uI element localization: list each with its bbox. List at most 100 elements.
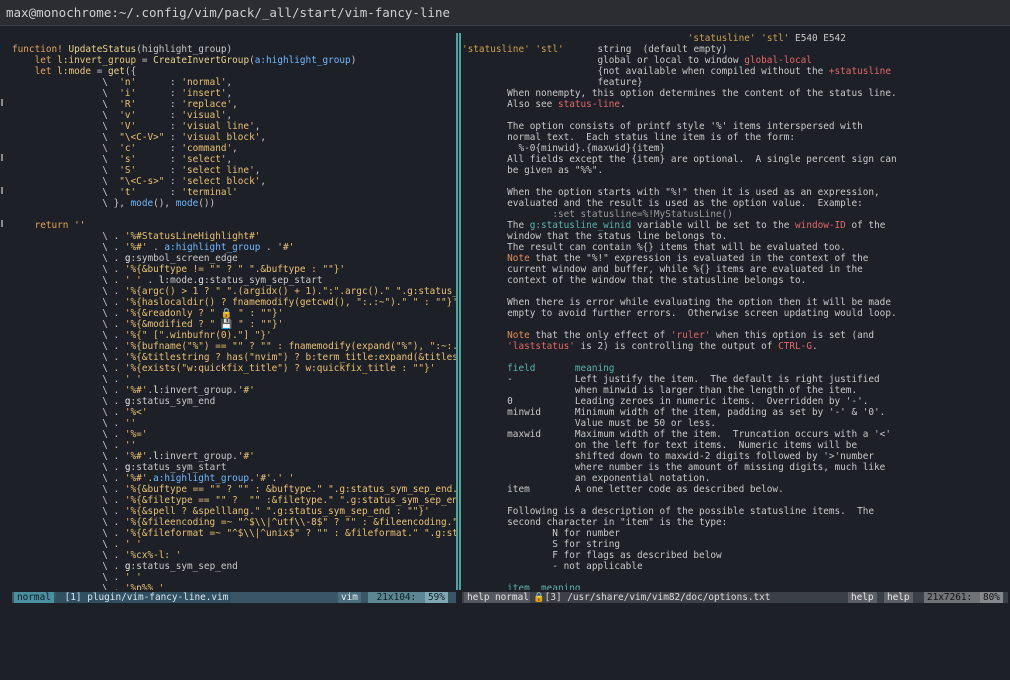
- left-code-line[interactable]: let l:mode = get({: [12, 66, 458, 77]
- right-code-line[interactable]: [462, 319, 1010, 330]
- right-code-line[interactable]: an exponential notation.: [462, 473, 1010, 484]
- left-code-line[interactable]: \ 's' : 'select',: [12, 154, 458, 165]
- left-code-line[interactable]: \ 'i' : 'insert',: [12, 88, 458, 99]
- right-code-line[interactable]: Note that the only effect of 'ruler' whe…: [462, 330, 1010, 341]
- right-code-line[interactable]: [462, 495, 1010, 506]
- right-code-line[interactable]: 'statusline' 'stl' string (default empty…: [462, 44, 1010, 55]
- left-code-line[interactable]: \ . g:status_sym_start: [12, 462, 458, 473]
- right-code-line[interactable]: The g:statusline_winid variable will be …: [462, 220, 1010, 231]
- left-code-line[interactable]: \ . '%{&buftype != "" ? " ".&buftype : "…: [12, 264, 458, 275]
- left-code-line[interactable]: \ . ' ': [12, 539, 458, 550]
- right-code-line[interactable]: item A one letter code as described belo…: [462, 484, 1010, 495]
- right-code-line[interactable]: current window and buffer, while %{} ite…: [462, 264, 1010, 275]
- left-code-line[interactable]: \ "\<C-s>" : 'select block',: [12, 176, 458, 187]
- right-code-line[interactable]: 'laststatus' is 2) is controlling the ou…: [462, 341, 1010, 352]
- right-code-line[interactable]: context of the window that the statuslin…: [462, 275, 1010, 286]
- left-code-line[interactable]: \ . '%cx%-l: ': [12, 550, 458, 561]
- left-code-line[interactable]: \ . '%{exists("w:quickfix_title") ? w:qu…: [12, 363, 458, 374]
- left-code-line[interactable]: \ . g:symbol_screen_edge: [12, 253, 458, 264]
- left-code-line[interactable]: \ . '%{&modified ? " 💾 " : ""}': [12, 319, 458, 330]
- right-code-line[interactable]: field meaning: [462, 363, 1010, 374]
- right-code-line[interactable]: [462, 176, 1010, 187]
- right-code-line[interactable]: shifted down to maxwid-2 digits followed…: [462, 451, 1010, 462]
- left-code-line[interactable]: \ 't' : 'terminal': [12, 187, 458, 198]
- right-code-line[interactable]: When there is error while evaluating the…: [462, 297, 1010, 308]
- right-code-line[interactable]: second character in "item" is the type:: [462, 517, 1010, 528]
- right-code-line[interactable]: When nonempty, this option determines th…: [462, 88, 1010, 99]
- command-line[interactable]: [0, 606, 1010, 620]
- left-code-line[interactable]: function! UpdateStatus(highlight_group): [12, 44, 458, 55]
- right-code-line[interactable]: {not available when compiled without the…: [462, 66, 1010, 77]
- right-code-line[interactable]: F for flags as described below: [462, 550, 1010, 561]
- left-code-line[interactable]: \ . '%{&fileformat =~ "^$\\|^unix$" ? ""…: [12, 528, 458, 539]
- left-code-line[interactable]: \ . '%#'.a:highlight_group.'#'.' ': [12, 473, 458, 484]
- vertical-split-separator[interactable]: [456, 33, 461, 590]
- left-code-line[interactable]: \ . '%{&readonly ? " 🔒 " : ""}': [12, 308, 458, 319]
- right-code-line[interactable]: Note that the "%!" expression is evaluat…: [462, 253, 1010, 264]
- right-code-line[interactable]: Value must be 50 or less.: [462, 418, 1010, 429]
- right-code-line[interactable]: on the left for text items. Numeric item…: [462, 440, 1010, 451]
- left-code-line[interactable]: \ . '%#StatusLineHighlight#': [12, 231, 458, 242]
- left-code-line[interactable]: \ 'n' : 'normal',: [12, 77, 458, 88]
- left-code-line[interactable]: \ . '%{&spell ? &spelllang." ".g:status_…: [12, 506, 458, 517]
- left-code-line[interactable]: \ "\<C-V>" : 'visual block',: [12, 132, 458, 143]
- right-code-line[interactable]: :set statusline=%!MyStatusLine(): [462, 209, 1010, 220]
- left-code-line[interactable]: \ . '%p%% ': [12, 583, 458, 590]
- right-code-line[interactable]: global or local to window global-local: [462, 55, 1010, 66]
- right-code-line[interactable]: minwid Minimum width of the item, paddin…: [462, 407, 1010, 418]
- left-code-line[interactable]: \ 'c' : 'command',: [12, 143, 458, 154]
- left-code-line[interactable]: \ . g:status_sym_end: [12, 396, 458, 407]
- right-code-line[interactable]: - not applicable: [462, 561, 1010, 572]
- right-code-line[interactable]: All fields except the {item} are optiona…: [462, 154, 1010, 165]
- left-code-line[interactable]: \ . '%#'.l:invert_group.'#': [12, 451, 458, 462]
- right-code-line[interactable]: normal text. Each status line item is of…: [462, 132, 1010, 143]
- left-code-line[interactable]: \ . '%{argc() > 1 ? " ".(argidx() + 1)."…: [12, 286, 458, 297]
- right-code-line[interactable]: be given as "%%".: [462, 165, 1010, 176]
- right-code-line[interactable]: [462, 572, 1010, 583]
- right-code-line[interactable]: evaluated and the result is used as the …: [462, 198, 1010, 209]
- left-code-line[interactable]: \ . ' ': [12, 572, 458, 583]
- left-code-line[interactable]: \ . '': [12, 418, 458, 429]
- right-code-line[interactable]: Also see status-line.: [462, 99, 1010, 110]
- right-code-line[interactable]: empty to avoid further errors. Otherwise…: [462, 308, 1010, 319]
- left-code-line[interactable]: \ }, mode(), mode()): [12, 198, 458, 209]
- right-code-line[interactable]: [462, 286, 1010, 297]
- right-code-line[interactable]: The result can contain %{} items that wi…: [462, 242, 1010, 253]
- right-code-line[interactable]: feature}: [462, 77, 1010, 88]
- help-pane-right[interactable]: 'statusline' 'stl' E540 E542'statusline'…: [462, 33, 1010, 590]
- right-code-line[interactable]: When the option starts with "%!" then it…: [462, 187, 1010, 198]
- right-code-line[interactable]: where number is the amount of missing di…: [462, 462, 1010, 473]
- right-code-line[interactable]: 0 Leading zeroes in numeric items. Overr…: [462, 396, 1010, 407]
- left-code-line[interactable]: \ . '%=': [12, 429, 458, 440]
- right-code-line[interactable]: 'statusline' 'stl' E540 E542: [462, 33, 1010, 44]
- left-code-line[interactable]: \ . '': [12, 440, 458, 451]
- right-code-line[interactable]: N for number: [462, 528, 1010, 539]
- left-code-line[interactable]: \ 'R' : 'replace',: [12, 99, 458, 110]
- left-code-line[interactable]: \ . ' ': [12, 374, 458, 385]
- editor-pane-left[interactable]: function! UpdateStatus(highlight_group) …: [12, 33, 458, 590]
- left-code-line[interactable]: \ . '%{haslocaldir() ? fnamemodify(getcw…: [12, 297, 458, 308]
- right-code-line[interactable]: maxwid Maximum width of the item. Trunca…: [462, 429, 1010, 440]
- left-code-line[interactable]: \ . '%#' . a:highlight_group . '#': [12, 242, 458, 253]
- right-code-line[interactable]: %-0{minwid}.{maxwid}{item}: [462, 143, 1010, 154]
- right-code-line[interactable]: item meaning: [462, 583, 1010, 590]
- left-code-line[interactable]: \ . '%#'.l:invert_group.'#': [12, 385, 458, 396]
- left-code-line[interactable]: \ . '%{&fileencoding =~ "^$\\|^utf\\-8$"…: [12, 517, 458, 528]
- left-code-line[interactable]: \ . '%{" [".winbufnr(0)."] "}': [12, 330, 458, 341]
- left-code-line[interactable]: \ 'v' : 'visual',: [12, 110, 458, 121]
- left-code-line[interactable]: let l:invert_group = CreateInvertGroup(a…: [12, 55, 458, 66]
- left-code-line[interactable]: return '': [12, 220, 458, 231]
- right-code-line[interactable]: when minwid is larger than the length of…: [462, 385, 1010, 396]
- right-code-line[interactable]: The option consists of printf style '%' …: [462, 121, 1010, 132]
- left-code-line[interactable]: \ . g:status_sym_sep_end: [12, 561, 458, 572]
- left-code-line[interactable]: \ . '%<': [12, 407, 458, 418]
- right-code-line[interactable]: Following is a description of the possib…: [462, 506, 1010, 517]
- left-code-line[interactable]: \ 'S' : 'select line',: [12, 165, 458, 176]
- right-code-line[interactable]: [462, 352, 1010, 363]
- left-code-line[interactable]: [12, 33, 458, 44]
- right-code-line[interactable]: window that the status line belongs to.: [462, 231, 1010, 242]
- right-code-line[interactable]: S for string: [462, 539, 1010, 550]
- left-code-line[interactable]: \ . '%{&buftype == "" ? "" : &buftype." …: [12, 484, 458, 495]
- right-code-line[interactable]: - Left justify the item. The default is …: [462, 374, 1010, 385]
- left-code-line[interactable]: \ 'V' : 'visual line',: [12, 121, 458, 132]
